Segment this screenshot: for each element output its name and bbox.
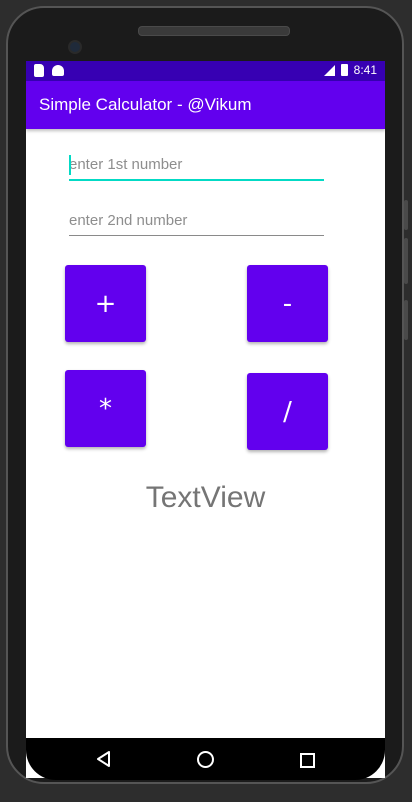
status-bar: 8:41 bbox=[26, 61, 385, 81]
battery-icon bbox=[340, 64, 348, 76]
first-number-input[interactable] bbox=[69, 149, 324, 181]
back-icon[interactable] bbox=[96, 751, 112, 767]
navigation-bar bbox=[26, 738, 385, 780]
status-time: 8:41 bbox=[353, 63, 377, 77]
volume-down-button[interactable] bbox=[404, 238, 408, 284]
signal-icon bbox=[323, 64, 335, 76]
home-icon[interactable] bbox=[197, 751, 214, 768]
volume-up-button[interactable] bbox=[404, 200, 408, 230]
divide-button[interactable]: / bbox=[247, 373, 328, 450]
sd-card-icon bbox=[34, 64, 44, 77]
subtract-button[interactable]: - bbox=[247, 265, 328, 342]
app-bar: Simple Calculator - @Vikum bbox=[26, 81, 385, 129]
android-icon bbox=[52, 65, 64, 76]
recents-icon[interactable] bbox=[300, 753, 315, 768]
power-button[interactable] bbox=[404, 300, 408, 340]
add-button[interactable]: + bbox=[65, 265, 146, 342]
app-screen: 8:41 Simple Calculator - @Vikum + - * / … bbox=[26, 61, 385, 778]
result-text: TextView bbox=[145, 481, 266, 514]
device-frame: 8:41 Simple Calculator - @Vikum + - * / … bbox=[0, 0, 412, 802]
speaker-grille bbox=[138, 26, 290, 36]
text-cursor bbox=[69, 155, 71, 175]
front-camera-icon bbox=[68, 40, 82, 54]
app-title: Simple Calculator - @Vikum bbox=[39, 95, 252, 114]
multiply-button[interactable]: * bbox=[65, 370, 146, 447]
second-number-input[interactable] bbox=[69, 205, 324, 236]
